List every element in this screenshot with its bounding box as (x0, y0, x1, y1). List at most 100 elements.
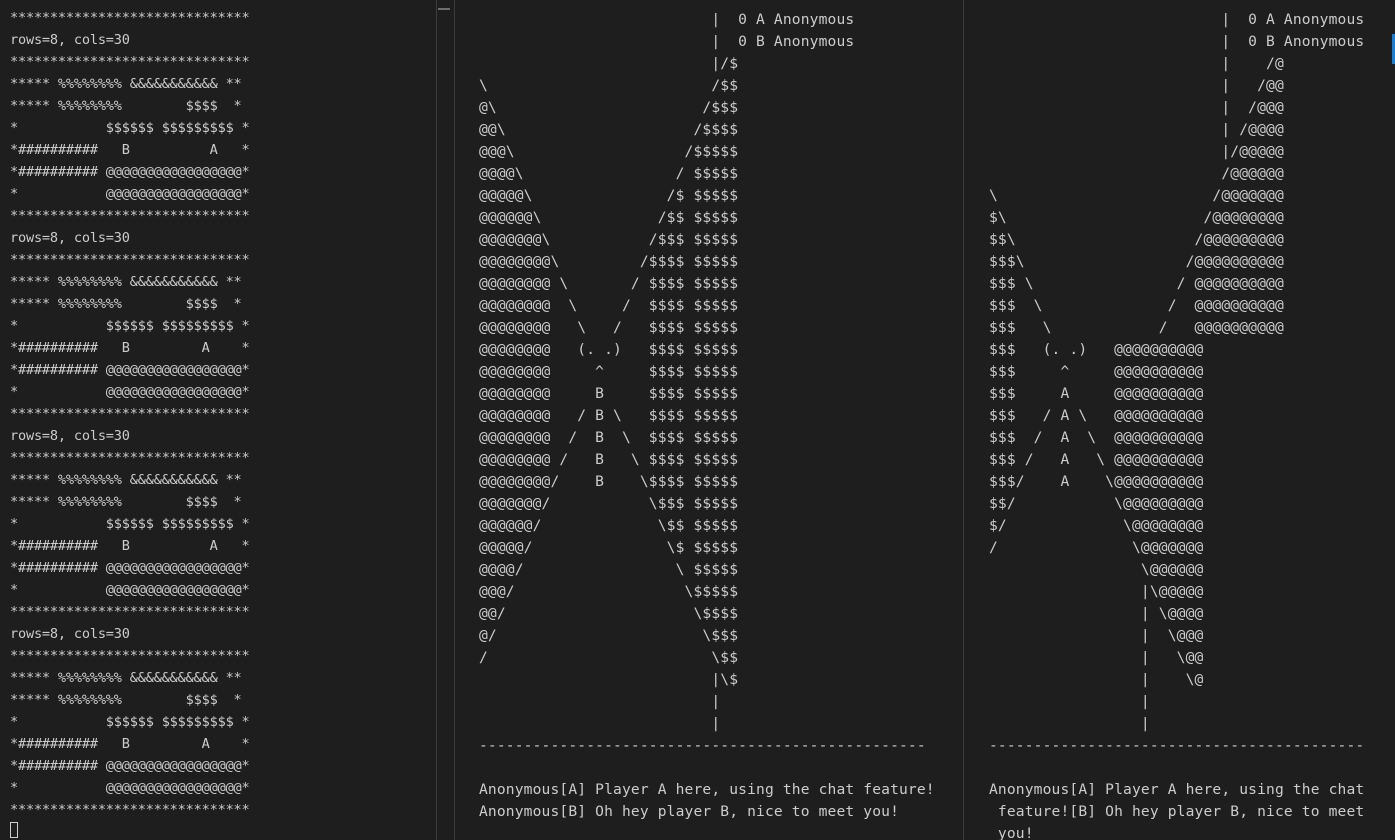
left-terminal-line: ****************************** (10, 54, 250, 70)
middle-terminal-line: | 0 A Anonymous (479, 11, 855, 28)
left-terminal-line: ****************************** (10, 10, 250, 26)
middle-terminal-line: | (479, 693, 721, 710)
middle-terminal-line: |\$ (479, 671, 739, 688)
right-terminal-line: / \@@@@@@@ (989, 539, 1204, 556)
left-terminal-line: rows=8, cols=30 (10, 428, 130, 444)
left-terminal-line: ***** %%%%%%%% &&&&&&&&&&& ** (10, 670, 242, 686)
left-terminal-line: ***** %%%%%%%% &&&&&&&&&&& ** (10, 274, 242, 290)
left-terminal-line: *########## @@@@@@@@@@@@@@@@@* (10, 560, 250, 576)
right-terminal-line: | \@ (989, 671, 1204, 688)
right-terminal-line: | 0 B Anonymous (989, 33, 1365, 50)
right-terminal-line: | (989, 715, 1150, 732)
right-terminal-line: $$/ \@@@@@@@@@ (989, 495, 1204, 512)
left-terminal-line: ****************************** (10, 406, 250, 422)
right-terminal-line: /@@@@@@ (989, 165, 1284, 182)
right-terminal-line: $$$ \ / @@@@@@@@@@ (989, 297, 1284, 314)
middle-terminal-line: @@@@@@@\ /$$$ $$$$$ (479, 231, 739, 248)
left-terminal-line: *########## B A * (10, 538, 250, 554)
right-terminal-pane[interactable]: | 0 A Anonymous | 0 B Anonymous | /@ | /… (964, 0, 1395, 840)
middle-terminal-line: @@@/ \$$$$$ (479, 583, 739, 600)
right-terminal-line: $$$ / A \ @@@@@@@@@@ (989, 451, 1204, 468)
middle-terminal-line: @@@@@@@@\ /$$$$ $$$$$ (479, 253, 739, 270)
left-terminal-line: * @@@@@@@@@@@@@@@@@* (10, 384, 250, 400)
middle-terminal-line: @@@@@@@@ \ / $$$$ $$$$$ (479, 297, 739, 314)
right-terminal-line: $$$ (. .) @@@@@@@@@@ (989, 341, 1204, 358)
right-terminal-line: | \@@@@ (989, 605, 1204, 622)
left-terminal-output: ****************************** rows=8, c… (10, 7, 250, 821)
middle-terminal-line: @@@\ /$$$$$ (479, 143, 739, 160)
left-terminal-line: ***** %%%%%%%% $$$$ * (10, 296, 242, 312)
middle-terminal-line: \ /$$ (479, 77, 739, 94)
left-terminal-pane[interactable]: ****************************** rows=8, c… (0, 0, 436, 840)
middle-terminal-line: @@@@@@@/ \$$$ $$$$$ (479, 495, 739, 512)
right-terminal-line: Anonymous[A] Player A here, using the ch… (989, 781, 1365, 798)
middle-terminal-line: @@@@@@@@ / B \ $$$$ $$$$$ (479, 429, 739, 446)
right-terminal-line: | /@@@ (989, 99, 1284, 116)
middle-terminal-pane[interactable]: | 0 A Anonymous | 0 B Anonymous |/$ \ /$… (455, 0, 963, 840)
left-terminal-line: ****************************** (10, 802, 250, 818)
left-terminal-line: * @@@@@@@@@@@@@@@@@* (10, 780, 250, 796)
right-terminal-line: $$\ /@@@@@@@@@ (989, 231, 1284, 248)
right-terminal-line: | /@ (989, 55, 1284, 72)
left-terminal-line: * $$$$$$ $$$$$$$$$ * (10, 714, 250, 730)
right-terminal-line: | (989, 693, 1150, 710)
right-terminal-line: $$$ / A \ @@@@@@@@@@ (989, 429, 1204, 446)
right-terminal-output: | 0 A Anonymous | 0 B Anonymous | /@ | /… (989, 9, 1364, 840)
right-terminal-line: | /@@ (989, 77, 1284, 94)
middle-terminal-line: @@@@/ \ $$$$$ (479, 561, 739, 578)
middle-terminal-line: @@@@@\ /$ $$$$$ (479, 187, 739, 204)
middle-terminal-line: @@@@\ / $$$$$ (479, 165, 739, 182)
middle-terminal-line: @@@@@@@@ B $$$$ $$$$$ (479, 385, 739, 402)
terminal-cursor (10, 822, 18, 838)
right-terminal-line: \@@@@@@ (989, 561, 1204, 578)
middle-terminal-line: Anonymous[B] Oh hey player B, nice to me… (479, 803, 900, 820)
middle-terminal-line: @@@@@@@@/ B \$$$$ $$$$$ (479, 473, 739, 490)
right-terminal-line: | \@@@ (989, 627, 1204, 644)
right-terminal-line: ----------------------------------------… (989, 737, 1365, 754)
right-terminal-line: |/@@@@@ (989, 143, 1284, 160)
left-terminal-line: ***** %%%%%%%% $$$$ * (10, 692, 242, 708)
right-terminal-line: | \@@ (989, 649, 1204, 666)
middle-terminal-line: @@@@@@@@ / B \ $$$$ $$$$$ (479, 407, 739, 424)
middle-terminal-line: @@@@@@@@ \ / $$$$ $$$$$ (479, 319, 739, 336)
middle-terminal-line: / \$$ (479, 649, 739, 666)
left-terminal-line: *########## B A * (10, 736, 250, 752)
left-terminal-line: *########## @@@@@@@@@@@@@@@@@* (10, 164, 250, 180)
middle-terminal-line: ----------------------------------------… (479, 737, 926, 754)
middle-terminal-line: @@@@@@@@ \ / $$$$ $$$$$ (479, 275, 739, 292)
left-terminal-line: ****************************** (10, 450, 250, 466)
left-terminal-line: ***** %%%%%%%% &&&&&&&&&&& ** (10, 76, 242, 92)
left-terminal-line: * $$$$$$ $$$$$$$$$ * (10, 120, 250, 136)
middle-terminal-line: @\ /$$$ (479, 99, 739, 116)
right-terminal-line: | 0 A Anonymous (989, 11, 1365, 28)
pane-divider-left[interactable] (436, 0, 437, 840)
middle-terminal-line: @@@@@@@@ / B \ $$$$ $$$$$ (479, 451, 739, 468)
left-terminal-line: ****************************** (10, 252, 250, 268)
middle-terminal-line: @@@@@@@@ ^ $$$$ $$$$$ (479, 363, 739, 380)
middle-terminal-line: Anonymous[A] Player A here, using the ch… (479, 781, 935, 798)
middle-terminal-line: @@@@@@@@ (. .) $$$$ $$$$$ (479, 341, 739, 358)
right-terminal-line: feature![B] Oh hey player B, nice to mee… (989, 803, 1365, 820)
middle-terminal-line: @@@@@/ \$ $$$$$ (479, 539, 739, 556)
left-terminal-line: *########## B A * (10, 142, 250, 158)
left-terminal-line: rows=8, cols=30 (10, 32, 130, 48)
middle-terminal-line: | (479, 715, 721, 732)
middle-terminal-output: | 0 A Anonymous | 0 B Anonymous |/$ \ /$… (479, 9, 935, 823)
right-terminal-line: $$$ \ / @@@@@@@@@@ (989, 319, 1284, 336)
right-terminal-line: | /@@@@ (989, 121, 1284, 138)
right-terminal-line: $$$\ /@@@@@@@@@@ (989, 253, 1284, 270)
middle-terminal-line: @@\ /$$$$ (479, 121, 739, 138)
sash-handle-icon[interactable] (438, 8, 450, 10)
right-terminal-line: you! (989, 825, 1034, 840)
right-terminal-line: \ /@@@@@@@ (989, 187, 1284, 204)
left-terminal-line: *########## B A * (10, 340, 250, 356)
right-terminal-line: $$$/ A \@@@@@@@@@@ (989, 473, 1204, 490)
left-terminal-line: ***** %%%%%%%% $$$$ * (10, 98, 242, 114)
left-terminal-line: ****************************** (10, 604, 250, 620)
middle-terminal-line: |/$ (479, 55, 739, 72)
left-terminal-line: ****************************** (10, 648, 250, 664)
left-terminal-line: rows=8, cols=30 (10, 626, 130, 642)
left-terminal-line: ***** %%%%%%%% &&&&&&&&&&& ** (10, 472, 242, 488)
middle-terminal-line: @@@@@@/ \$$ $$$$$ (479, 517, 739, 534)
middle-terminal-line: | 0 B Anonymous (479, 33, 855, 50)
